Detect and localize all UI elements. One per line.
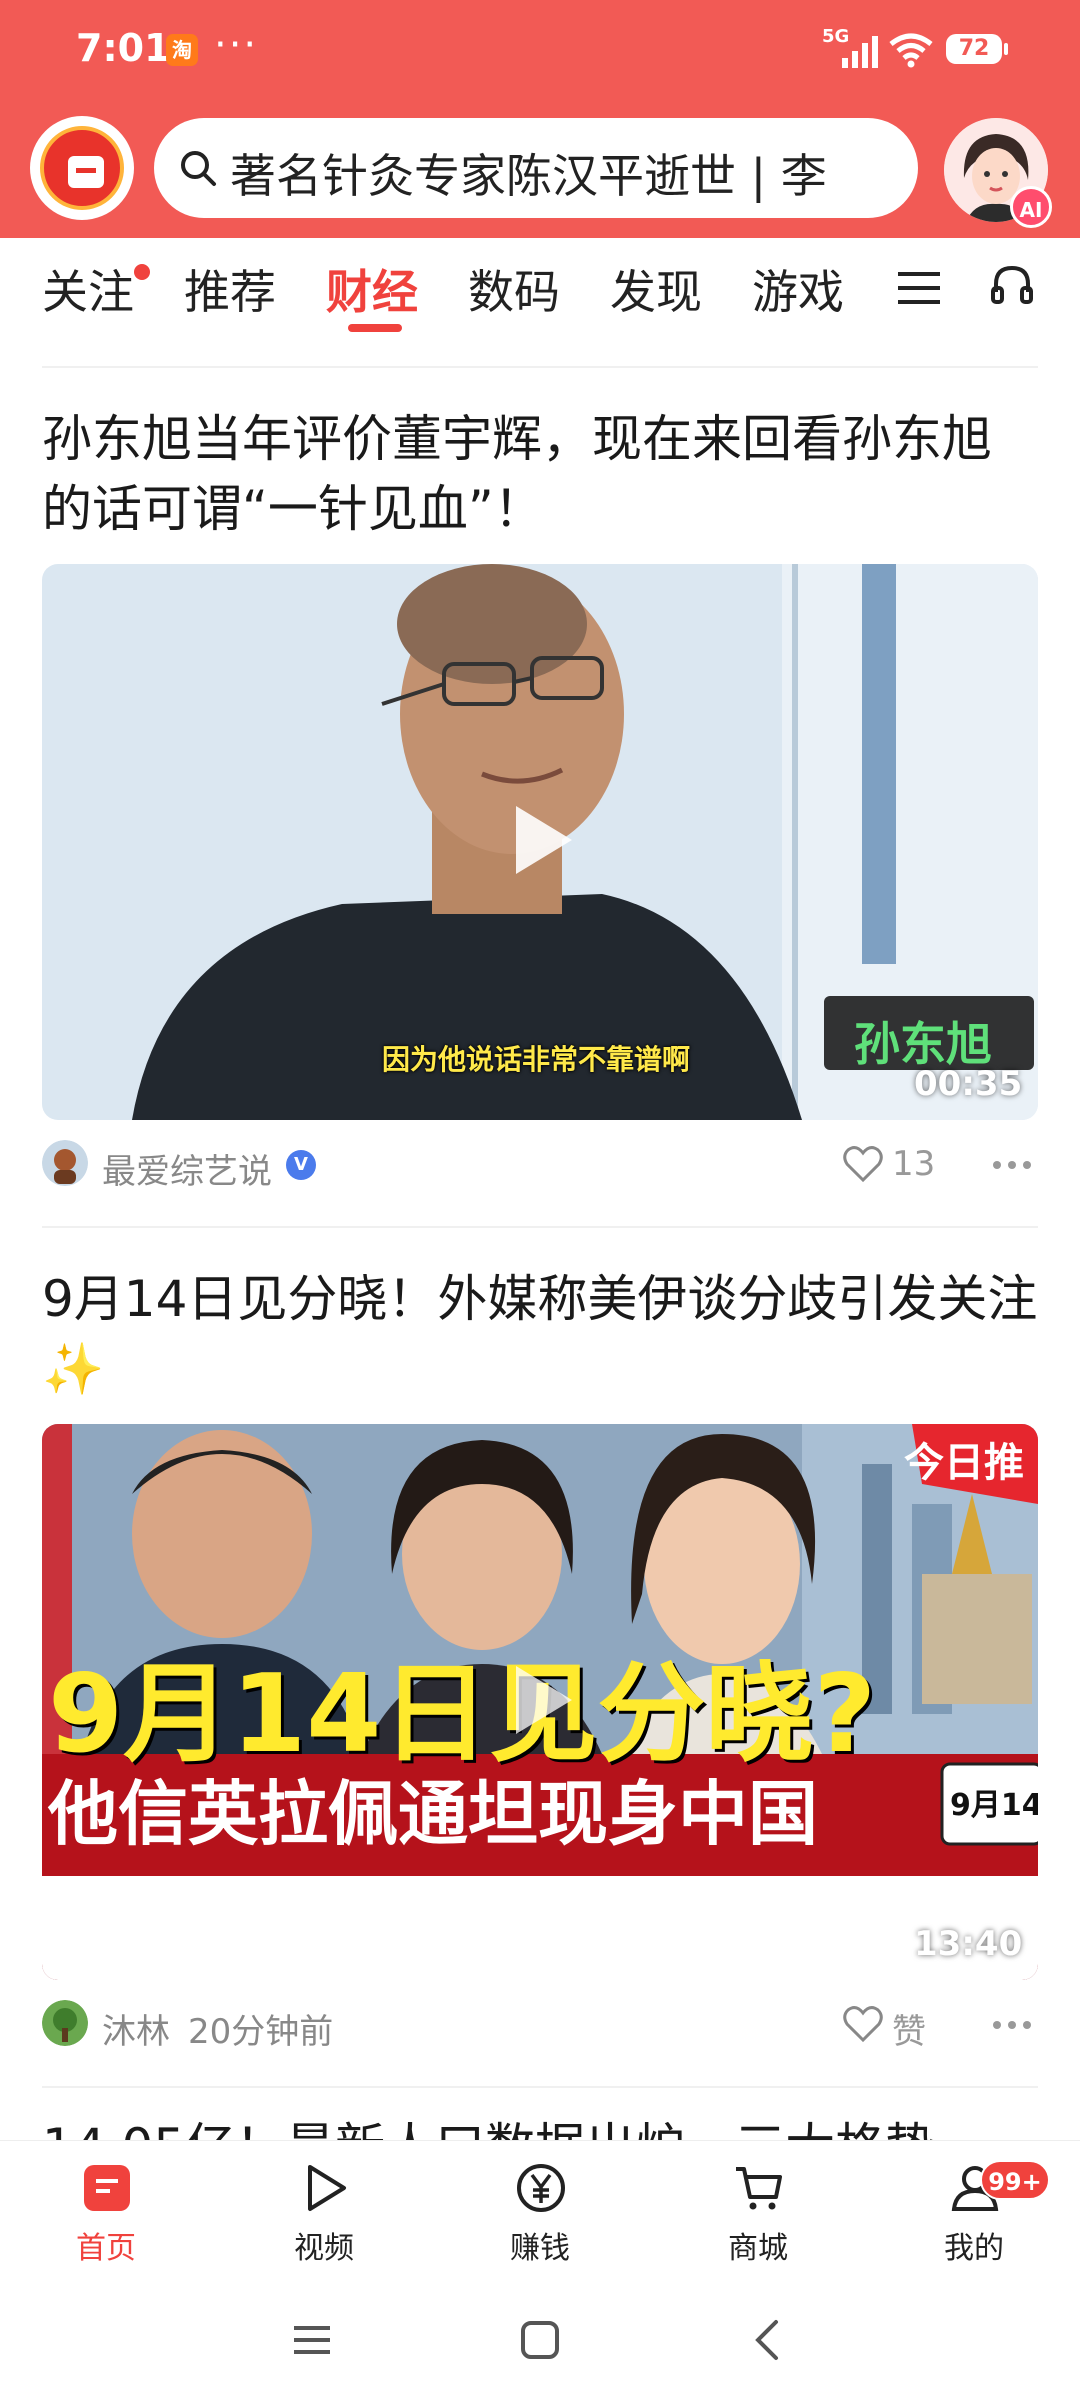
wifi-icon (889, 33, 933, 68)
article-video-thumbnail[interactable]: 9月14日见分晓? 他信英拉佩通坦现身中国 今日推 9月14 13:40 (42, 1424, 1038, 1980)
more-notifications-icon: ··· (214, 22, 259, 68)
home-icon (84, 2165, 130, 2211)
search-icon (181, 151, 216, 186)
taobao-notification-icon: 淘 (166, 34, 198, 66)
nav-label: 商城 (728, 2231, 788, 2266)
more-options-icon[interactable] (992, 2020, 1032, 2030)
author-avatar[interactable] (42, 2000, 88, 2046)
headphone-icon[interactable] (990, 262, 1034, 306)
nav-label: 我的 (944, 2231, 1004, 2266)
menu-icon[interactable] (898, 268, 940, 308)
article-meta: 最爱综艺说 V 13 (42, 1140, 1038, 1193)
tab-digital[interactable]: 数码 (468, 256, 560, 322)
more-options-icon[interactable] (992, 1160, 1032, 1170)
like-count: 13 (892, 1144, 936, 1184)
publish-time: 20分钟前 (188, 2012, 334, 2052)
app-header: 7:01 淘 ··· 5G 72 著名针灸专家陈汉平逝世 | 李 AI (0, 0, 1080, 238)
bottom-navigation: 首页 视频 赚钱 商城 我的 (0, 2140, 1080, 2280)
author-name[interactable]: 最爱综艺说 (102, 1144, 272, 1193)
shopping-cart-icon (736, 2167, 782, 2210)
author-avatar[interactable] (42, 1140, 88, 1186)
yuan-coin-icon (517, 2164, 565, 2212)
thumbnail-date-badge: 9月14 (950, 1788, 1038, 1823)
play-icon[interactable] (500, 1660, 580, 1740)
status-time: 7:01 (76, 26, 171, 70)
tab-games[interactable]: 游戏 (752, 256, 844, 322)
like-label[interactable]: 赞 (892, 2004, 926, 2053)
tab-follow[interactable]: 关注 (42, 256, 134, 322)
like-heart-icon[interactable] (842, 1144, 884, 1184)
divider (42, 2086, 1038, 2088)
nav-label: 视频 (294, 2231, 354, 2266)
next-article-title: 14.05亿！最新人口数据出炉，三大格势 (42, 2112, 1038, 2142)
author-avatar-icon (42, 2000, 88, 2046)
thumbnail-headline: 9月14日见分晓? (48, 1652, 877, 1777)
active-tab-indicator (348, 324, 402, 332)
verified-badge-icon: V (286, 1150, 316, 1180)
thumbnail-tag: 今日推 (904, 1440, 1024, 1486)
article-video-thumbnail[interactable]: 因为他说话非常不靠谱啊 孙东旭 00:35 (42, 564, 1038, 1120)
video-duration: 13:40 (914, 1924, 1023, 1964)
nav-video[interactable]: 视频 (254, 2141, 394, 2281)
divider (42, 1226, 1038, 1228)
system-navigation-bar (0, 2280, 1080, 2400)
tab-finance[interactable]: 财经 (326, 256, 418, 322)
author-avatar-icon (42, 1140, 88, 1186)
author-name[interactable]: 沐林 (102, 2004, 170, 2053)
status-bar: 7:01 淘 ··· 5G 72 (0, 0, 1080, 100)
article-meta: 沐林 20分钟前 赞 (42, 2000, 1038, 2053)
video-duration: 00:35 (914, 1064, 1023, 1104)
divider (42, 366, 1038, 368)
thumbnail-subline: 他信英拉佩通坦现身中国 (48, 1773, 818, 1855)
battery-indicator: 72 (946, 34, 1008, 64)
app-logo[interactable] (30, 116, 134, 220)
ai-badge: AI (1010, 186, 1052, 228)
video-play-icon (308, 2165, 346, 2211)
nav-earn-money[interactable]: 赚钱 (470, 2141, 610, 2281)
tab-discover[interactable]: 发现 (610, 256, 702, 322)
article-title[interactable]: 孙东旭当年评价董宇辉，现在来回看孙东旭的话可谓“一针见血”！ (42, 404, 1038, 544)
video-caption: 因为他说话非常不靠谱啊 (382, 1043, 691, 1076)
search-bar[interactable]: 著名针灸专家陈汉平逝世 | 李 (154, 118, 918, 218)
article-title[interactable]: 9月14日见分晓！外媒称美伊谈分歧引发关注✨ (42, 1264, 1038, 1404)
search-suggestion: 著名针灸专家陈汉平逝世 | 李 (230, 149, 827, 203)
home-button-icon[interactable] (510, 2310, 570, 2370)
recent-apps-icon[interactable] (282, 2310, 342, 2370)
back-icon[interactable] (738, 2310, 798, 2370)
play-icon[interactable] (500, 800, 580, 880)
profile-notification-badge: 99+ (980, 2160, 1050, 2200)
tab-recommend[interactable]: 推荐 (184, 256, 276, 322)
nav-label: 首页 (76, 2231, 136, 2266)
nav-mall[interactable]: 商城 (688, 2141, 828, 2281)
signal-icon (842, 36, 878, 68)
follow-notification-dot (134, 264, 150, 280)
next-article-peek[interactable]: 14.05亿！最新人口数据出炉，三大格势 (42, 2112, 1038, 2142)
nav-home[interactable]: 首页 (36, 2141, 176, 2281)
nav-label: 赚钱 (510, 2231, 570, 2266)
like-heart-icon[interactable] (842, 2004, 884, 2044)
